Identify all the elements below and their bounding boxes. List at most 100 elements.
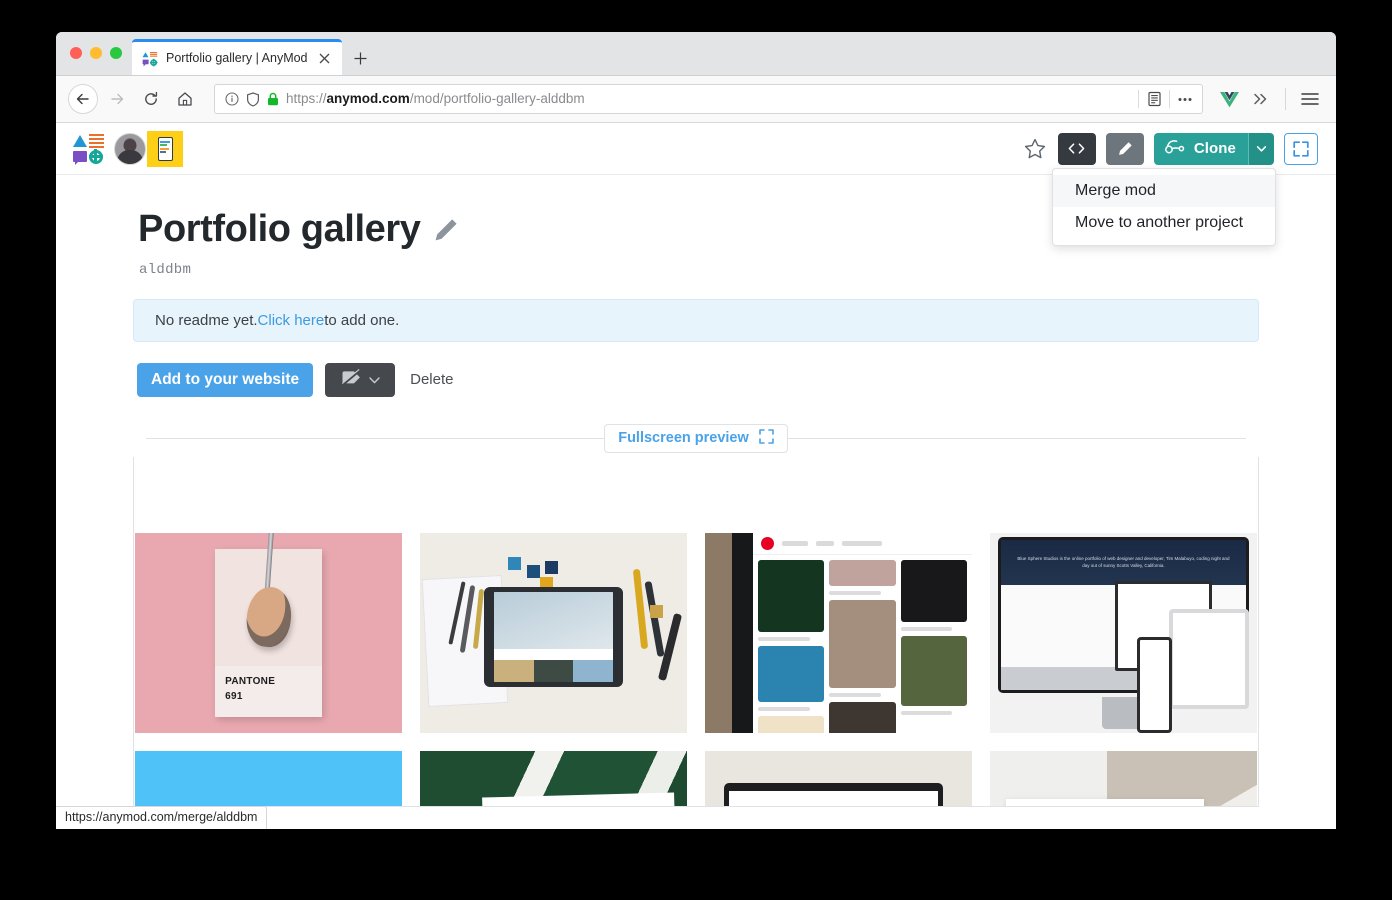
- lines-shape: [89, 133, 104, 148]
- tag-select-button[interactable]: [325, 362, 396, 397]
- pin: [900, 559, 967, 622]
- pin: [829, 701, 896, 733]
- avatar[interactable]: [114, 132, 146, 165]
- minimize-window-button[interactable]: [90, 47, 102, 59]
- close-icon[interactable]: [316, 50, 334, 68]
- fullscreen-preview-tab[interactable]: Fullscreen preview: [604, 423, 788, 453]
- reload-button[interactable]: [136, 84, 166, 114]
- pinterest-ui: [753, 532, 972, 733]
- maximize-window-button[interactable]: [110, 47, 122, 59]
- readme-notice: No readme yet. Click here to add one.: [133, 298, 1259, 342]
- preview-tab-line: Fullscreen preview: [133, 423, 1259, 453]
- dropdown-item-merge-mod[interactable]: Merge mod: [1053, 175, 1275, 207]
- page-actions-ellipsis-icon[interactable]: [1170, 85, 1200, 113]
- page-title: Portfolio gallery: [138, 208, 421, 250]
- desk-edge: [705, 532, 732, 733]
- pantone-code: 691: [225, 690, 243, 702]
- pencil-icon[interactable]: [434, 217, 459, 242]
- pantone-label: PANTONE 691: [215, 666, 322, 704]
- app-header-actions: Clone: [1022, 132, 1318, 165]
- caret-down-icon[interactable]: [1248, 132, 1274, 165]
- pin-columns: [753, 555, 972, 733]
- tablet-device: [484, 586, 623, 687]
- chevron-down-icon: [368, 371, 380, 389]
- reader-view-icon[interactable]: [1139, 85, 1169, 113]
- chat-square-shape: [72, 151, 87, 165]
- dropdown-item-move-to-another-project[interactable]: Move to another project: [1053, 207, 1275, 239]
- page-content: Clone Merge mod Move to another project: [56, 123, 1336, 829]
- address-bar[interactable]: https://anymod.com/mod/portfolio-gallery…: [214, 84, 1203, 114]
- pantone-brand: PANTONE: [225, 676, 276, 688]
- anymod-logo-icon[interactable]: [72, 133, 106, 165]
- brand[interactable]: [72, 130, 183, 167]
- readme-add-link[interactable]: Click here: [258, 312, 325, 329]
- tablet-screen: [494, 591, 613, 682]
- close-window-button[interactable]: [70, 47, 82, 59]
- phone-device: [1136, 636, 1172, 733]
- hero-image: [494, 591, 613, 650]
- status-bar-link: https://anymod.com/merge/alddbm: [56, 806, 268, 829]
- clone-branch-icon: [1164, 139, 1186, 158]
- site-hero-text: Blue Sphere Studios is the online portfo…: [1001, 539, 1246, 585]
- gallery-grid: PANTONE 691 Blue Sphere Studios is the o…: [134, 457, 1258, 806]
- gallery-item-pinterest-board-screen[interactable]: [705, 532, 972, 733]
- delete-button[interactable]: Delete: [407, 371, 453, 388]
- shield-icon[interactable]: [246, 91, 260, 107]
- pin: [758, 645, 825, 702]
- action-buttons: Add to your website Delete: [133, 362, 1259, 397]
- new-tab-button[interactable]: [346, 41, 376, 75]
- info-circle-icon[interactable]: [225, 92, 239, 106]
- back-button[interactable]: [68, 84, 98, 114]
- pin: [758, 559, 825, 632]
- browser-tab[interactable]: Portfolio gallery | AnyMod: [132, 39, 342, 75]
- chevrons-right-icon[interactable]: [1247, 84, 1275, 114]
- pin: [829, 559, 896, 586]
- phone-glyph: [157, 136, 173, 161]
- expand-arrows-icon[interactable]: [1284, 132, 1318, 165]
- browser-window: Portfolio gallery | AnyMod https://anymo…: [56, 32, 1336, 829]
- clone-button-label: Clone: [1193, 140, 1236, 157]
- color-chip: [526, 564, 540, 578]
- thumbnail-row: [494, 660, 613, 682]
- pinterest-top-bar: [753, 533, 972, 555]
- pin: [758, 715, 825, 733]
- padlock-icon[interactable]: [267, 92, 279, 106]
- hamburger-menu-icon[interactable]: [1296, 84, 1324, 114]
- add-to-your-website-button[interactable]: Add to your website: [137, 362, 314, 397]
- app-header: Clone Merge mod Move to another project: [56, 123, 1336, 246]
- forward-button[interactable]: [102, 84, 132, 114]
- window-controls: [68, 32, 132, 75]
- gallery-item-dior-eyewear-site[interactable]: Dior: [705, 750, 972, 806]
- pencil-icon[interactable]: [1105, 132, 1144, 165]
- divider: [1285, 88, 1286, 110]
- star-outline-icon[interactable]: [1022, 136, 1048, 162]
- clone-dropdown-menu: Merge mod Move to another project: [1052, 168, 1276, 246]
- color-chip: [545, 560, 559, 574]
- gallery-item-sky-clouds-illustration[interactable]: [135, 750, 402, 806]
- gallery-item-blue-sphere-studios-mockup[interactable]: Blue Sphere Studios is the online portfo…: [990, 532, 1257, 733]
- gallery-item-pantone-spoon[interactable]: PANTONE 691: [135, 532, 402, 733]
- pinterest-logo-icon: [761, 536, 775, 550]
- browser-tab-strip: Portfolio gallery | AnyMod: [56, 32, 1336, 76]
- gallery-item-news-article-site[interactable]: News.: [990, 750, 1257, 806]
- color-chip: [508, 556, 522, 570]
- address-bar-actions: [1138, 85, 1200, 113]
- gallery-item-say-hello-leaf-site[interactable]: Say Hello.: [420, 750, 687, 806]
- readme-suffix: to add one.: [324, 311, 400, 329]
- color-chip: [649, 604, 663, 618]
- mod-slug: alddbm: [139, 261, 192, 278]
- pin: [900, 635, 967, 706]
- code-brackets-icon[interactable]: [1057, 132, 1096, 165]
- vue-devtools-icon[interactable]: [1215, 84, 1243, 114]
- label-off-icon: [341, 368, 362, 391]
- expand-arrows-icon: [758, 428, 774, 448]
- tablet-device: [1168, 608, 1249, 709]
- phone-app-icon[interactable]: [147, 130, 183, 167]
- clone-button[interactable]: Clone: [1153, 132, 1248, 165]
- home-button[interactable]: [170, 84, 200, 114]
- button-strip: [494, 649, 613, 661]
- screen-bezel: [731, 532, 754, 733]
- preview-section: Fullscreen preview PANTONE 691 Blue Sphe…: [133, 423, 1259, 807]
- gallery-item-tablet-desk-flatlay[interactable]: [420, 532, 687, 733]
- gear-icon: [88, 149, 103, 164]
